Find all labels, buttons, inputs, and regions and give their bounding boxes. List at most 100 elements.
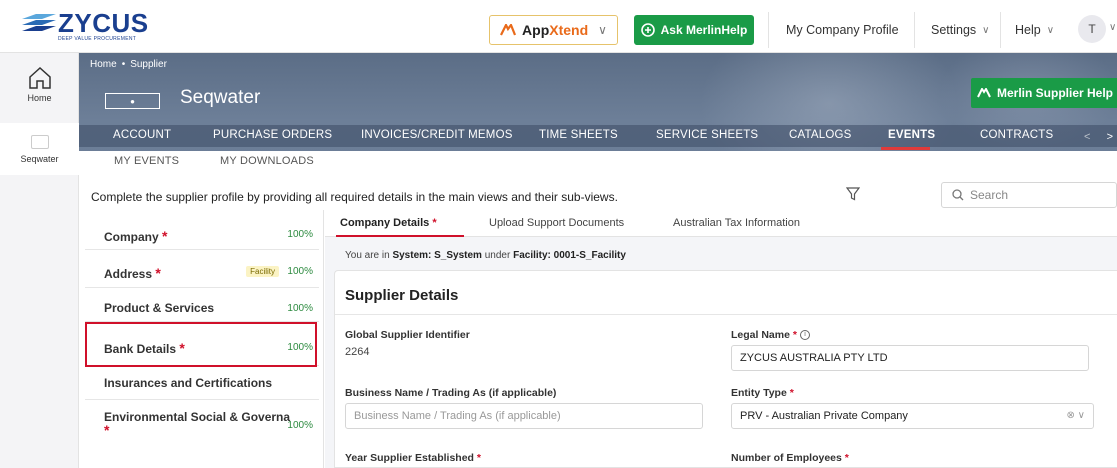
section-label: Company *: [104, 228, 168, 244]
merlin-supplier-help-label: Merlin Supplier Help: [996, 86, 1113, 100]
nav-service-sheets[interactable]: SERVICE SHEETS: [656, 129, 758, 141]
nav-time-sheets[interactable]: TIME SHEETS: [539, 129, 618, 141]
section-progress: 100%: [287, 266, 313, 277]
ask-merlin-button[interactable]: Ask MerlinHelp: [634, 15, 754, 45]
left-rail: Home Seqwater: [0, 53, 79, 468]
settings-menu[interactable]: Settings ∨: [931, 15, 990, 45]
section-item-product-services[interactable]: Product & Services 100%: [85, 288, 319, 322]
divider: [335, 314, 1117, 315]
filter-icon[interactable]: [846, 187, 860, 201]
required-marker: *: [104, 422, 110, 438]
rail-supplier-label: Seqwater: [20, 153, 59, 164]
supplier-logo: ●: [105, 93, 160, 109]
chevron-down-icon[interactable]: ∨: [1109, 22, 1116, 33]
facility-badge: Facility: [246, 266, 279, 277]
info-bar: Complete the supplier profile by providi…: [79, 176, 1117, 210]
legal-name-field[interactable]: ZYCUS AUSTRALIA PTY LTD: [731, 345, 1089, 371]
chevron-down-icon: ∨: [982, 24, 990, 36]
search-placeholder: Search: [970, 188, 1009, 202]
divider: [768, 12, 769, 48]
chevron-left-icon[interactable]: <: [1084, 131, 1090, 143]
bank-details-highlight-box: [85, 322, 317, 367]
my-company-profile-link[interactable]: My Company Profile: [786, 15, 899, 45]
zycus-logo-icon: [22, 14, 56, 31]
clear-chevron-icon[interactable]: ⊗ ∨: [1067, 410, 1085, 421]
system-name: System: S_System: [392, 250, 482, 261]
card-title: Supplier Details: [345, 287, 459, 304]
appxtend-label-b: Xtend: [549, 22, 589, 38]
search-input[interactable]: Search: [941, 182, 1117, 208]
breadcrumb-supplier[interactable]: Supplier: [130, 59, 167, 70]
business-name-input[interactable]: Business Name / Trading As (if applicabl…: [345, 403, 703, 429]
top-header: ZYCUS DEEP VALUE PROCUREMENT AppXtend ∨ …: [0, 0, 1117, 53]
nav-scroll-arrows: < >: [1080, 127, 1117, 147]
subnav-my-downloads[interactable]: MY DOWNLOADS: [220, 155, 314, 167]
user-avatar[interactable]: T: [1078, 15, 1106, 43]
nav-invoices-credit-memos[interactable]: INVOICES/CREDIT MEMOS: [361, 129, 513, 141]
section-item-insurances-certifications[interactable]: Insurances and Certifications: [85, 366, 319, 400]
section-progress: 100%: [287, 420, 313, 431]
search-icon: [952, 189, 964, 201]
required-marker: *: [162, 228, 168, 244]
year-established-label: Year Supplier Established *: [345, 452, 481, 464]
rail-home-label: Home: [27, 93, 52, 103]
entity-type-value: PRV - Australian Private Company: [740, 410, 908, 422]
supplier-logo-icon: [30, 134, 49, 149]
global-supplier-id-value: 2264: [345, 346, 370, 358]
breadcrumb-home[interactable]: Home: [90, 59, 117, 70]
breadcrumb-separator: •: [121, 59, 126, 70]
section-item-environmental-social-governance[interactable]: Environmental Social & Governa * 100%: [85, 400, 319, 450]
divider: [914, 12, 915, 48]
nav-account[interactable]: ACCOUNT: [113, 129, 171, 141]
appxtend-button[interactable]: AppXtend ∨: [489, 15, 618, 45]
rail-supplier-button[interactable]: Seqwater: [0, 123, 79, 175]
required-marker: *: [155, 265, 161, 281]
nav-events[interactable]: EVENTS: [888, 129, 935, 141]
help-menu[interactable]: Help ∨: [1015, 15, 1054, 45]
nav-active-indicator: [881, 147, 930, 150]
appxtend-label-a: App: [522, 22, 550, 38]
legal-name-label: Legal Name * i: [731, 329, 810, 341]
subnav-my-events[interactable]: MY EVENTS: [114, 155, 179, 167]
settings-label: Settings: [931, 23, 977, 37]
profile-instructions: Complete the supplier profile by providi…: [91, 190, 618, 204]
section-label: Environmental Social & Governa: [104, 410, 291, 424]
supplier-details-card: Supplier Details Global Supplier Identif…: [334, 270, 1117, 468]
global-supplier-id-label: Global Supplier Identifier: [345, 329, 470, 341]
business-name-label: Business Name / Trading As (if applicabl…: [345, 387, 557, 399]
tab-australian-tax-information[interactable]: Australian Tax Information: [673, 217, 800, 229]
chevron-down-icon: ∨: [598, 23, 607, 37]
tab-upload-support-documents[interactable]: Upload Support Documents: [489, 217, 624, 229]
main-content: Company Details * Upload Support Documen…: [325, 210, 1117, 468]
info-icon[interactable]: i: [799, 330, 810, 341]
section-item-company[interactable]: Company * 100%: [85, 210, 319, 250]
supplier-name: Seqwater: [180, 87, 261, 108]
ask-merlin-label: Ask MerlinHelp: [660, 23, 748, 37]
help-label: Help: [1015, 23, 1041, 37]
nav-catalogs[interactable]: CATALOGS: [789, 129, 852, 141]
rail-home-button[interactable]: Home: [6, 53, 73, 115]
section-label: Address *: [104, 265, 161, 281]
appxtend-icon: [500, 24, 517, 36]
chevron-down-icon: ∨: [1046, 24, 1055, 36]
entity-type-select[interactable]: PRV - Australian Private Company ⊗ ∨: [731, 403, 1094, 429]
facility-name: Facility: 0001-S_Facility: [513, 250, 626, 261]
merlin-ax-icon: [977, 88, 991, 98]
section-item-address[interactable]: Address * Facility 100%: [85, 250, 319, 288]
nav-purchase-orders[interactable]: PURCHASE ORDERS: [213, 129, 332, 141]
divider: [1000, 12, 1001, 48]
home-icon: [28, 66, 51, 89]
tab-company-details[interactable]: Company Details *: [340, 217, 437, 229]
section-label: Product & Services: [104, 301, 215, 315]
number-of-employees-label: Number of Employees *: [731, 452, 849, 464]
chevron-right-icon[interactable]: >: [1107, 131, 1113, 143]
tab-active-indicator: [336, 235, 464, 237]
logo-text: ZYCUS: [58, 8, 149, 38]
merlin-supplier-help-button[interactable]: Merlin Supplier Help: [971, 78, 1117, 108]
merlin-icon: [640, 23, 655, 37]
section-label: Insurances and Certifications: [104, 376, 273, 390]
entity-type-label: Entity Type *: [731, 387, 794, 399]
zycus-logo[interactable]: ZYCUS DEEP VALUE PROCUREMENT: [22, 8, 172, 46]
nav-contracts[interactable]: CONTRACTS: [980, 129, 1053, 141]
detail-tabs: Company Details * Upload Support Documen…: [325, 210, 1117, 237]
